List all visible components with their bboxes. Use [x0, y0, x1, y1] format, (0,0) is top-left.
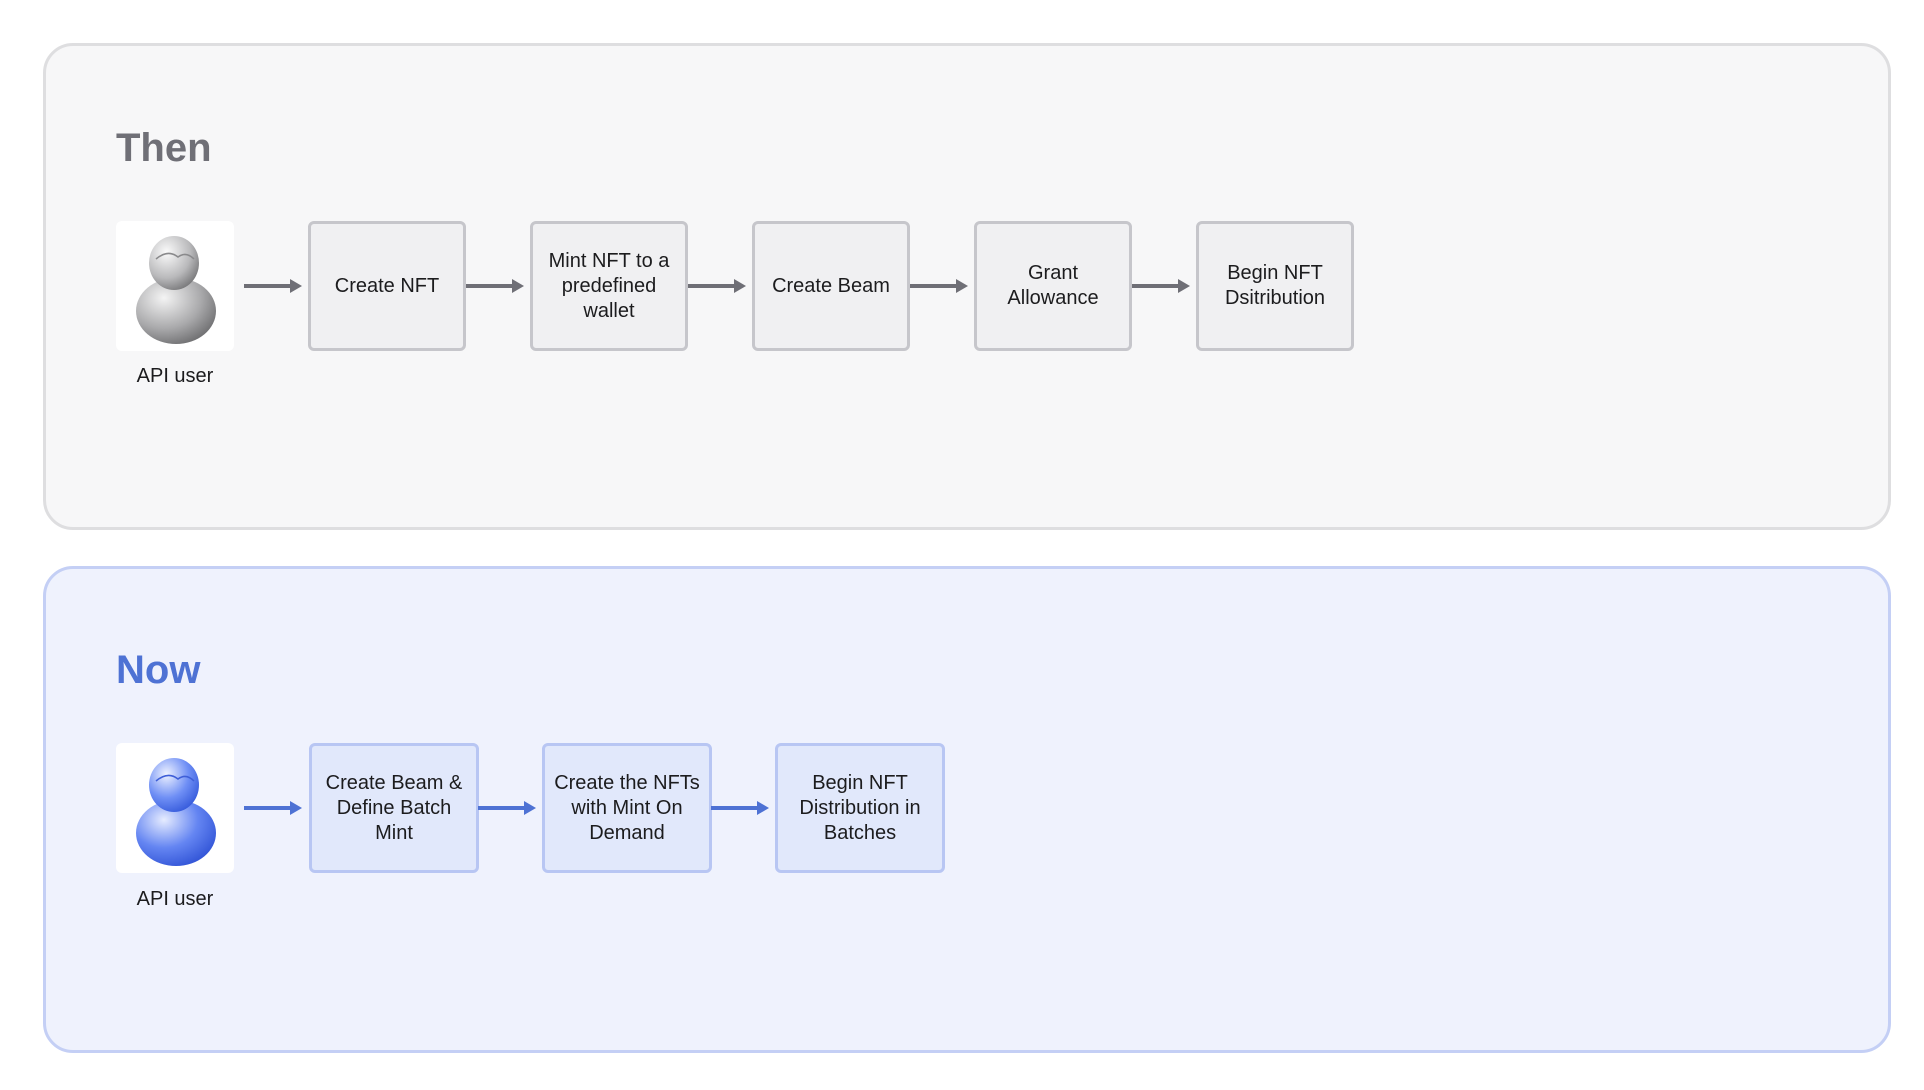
then-step-create-nft: Create NFT	[308, 221, 466, 351]
now-step-begin-distribution: Begin NFT Distribution in Batches	[775, 743, 945, 873]
arrow-icon	[244, 276, 304, 296]
arrow-icon	[466, 276, 526, 296]
arrow-icon	[244, 798, 304, 818]
then-step-grant-allowance: Grant Allowance	[974, 221, 1132, 351]
now-step-create-beam: Create Beam & Define Batch Mint	[309, 743, 479, 873]
then-title: Then	[116, 126, 212, 170]
now-user-label: API user	[136, 888, 214, 910]
arrow-icon	[711, 798, 771, 818]
then-step-mint-nft: Mint NFT to a predefined wallet	[530, 221, 688, 351]
arrow-icon	[910, 276, 970, 296]
user-avatar-icon	[116, 743, 234, 873]
then-step-create-beam: Create Beam	[752, 221, 910, 351]
then-user-label: API user	[136, 365, 214, 387]
arrow-icon	[1132, 276, 1192, 296]
now-step-mint-on-demand: Create the NFTs with Mint On Demand	[542, 743, 712, 873]
arrow-icon	[478, 798, 538, 818]
user-avatar-icon	[116, 221, 234, 351]
now-title: Now	[116, 648, 201, 692]
then-step-begin-distribution: Begin NFT Dsitribution	[1196, 221, 1354, 351]
arrow-icon	[688, 276, 748, 296]
